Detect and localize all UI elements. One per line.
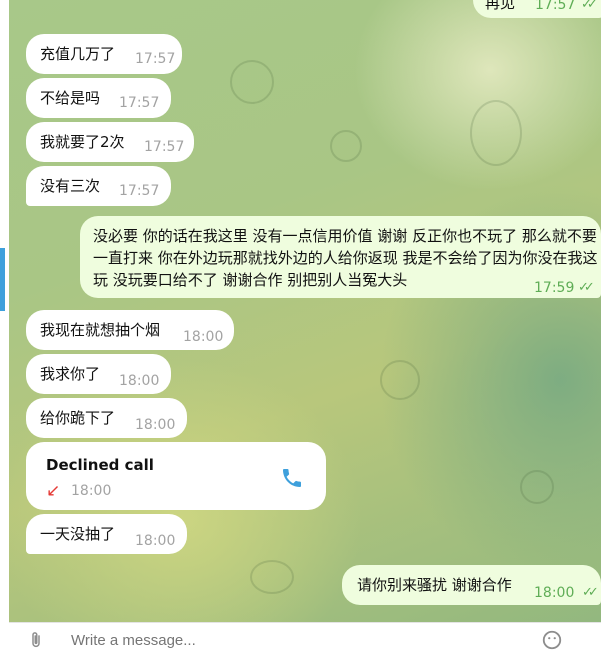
message-text: 充值几万了 — [40, 45, 116, 63]
message-text: 我现在就想抽个烟 — [40, 321, 161, 339]
message-time: 17:57 — [135, 51, 176, 67]
call-title: Declined call — [46, 456, 154, 474]
message-bubble-incoming[interactable]: 给你跪下了 18:00 — [26, 398, 187, 438]
wallpaper-doodle — [520, 470, 554, 504]
message-time: 18:00 — [183, 329, 224, 345]
message-bubble-incoming[interactable]: 我就要了2次 17:57 — [26, 122, 194, 162]
message-text: 没有三次 — [40, 177, 101, 195]
wallpaper-doodle — [330, 130, 362, 162]
message-input[interactable] — [69, 631, 473, 650]
message-bubble-outgoing[interactable]: 请你别来骚扰 谢谢合作 18:00 ✓✓ — [342, 565, 601, 605]
message-time: 17:57 — [144, 139, 185, 155]
arrow-down-left-icon: ↙ — [46, 481, 61, 501]
message-text: 请你别来骚扰 谢谢合作 — [357, 576, 512, 594]
message-time: 18:00 — [135, 417, 176, 433]
message-bubble-outgoing[interactable]: 再见 17:57 ✓✓ — [473, 0, 601, 18]
message-time: 18:00 — [119, 373, 160, 389]
smile-icon[interactable] — [541, 629, 563, 655]
message-bubble-incoming[interactable]: 充值几万了 17:57 — [26, 34, 182, 74]
message-bubble-incoming[interactable]: 一天没抽了 18:00 — [26, 514, 187, 554]
wallpaper-doodle — [380, 360, 420, 400]
call-time: 18:00 — [71, 483, 112, 499]
message-text: 我就要了2次 — [40, 133, 125, 151]
message-text: 没必要 你的话在我这里 没有一点信用价值 谢谢 反正你也不玩了 那么就不要一直打… — [93, 227, 598, 289]
message-bubble-incoming[interactable]: 我现在就想抽个烟 18:00 — [26, 310, 234, 350]
double-check-icon: ✓✓ — [581, 0, 598, 12]
message-bubble-incoming[interactable]: 我求你了 18:00 — [26, 354, 171, 394]
double-check-icon: ✓✓ — [578, 280, 595, 295]
message-text: 给你跪下了 — [40, 409, 116, 427]
declined-call-bubble[interactable]: Declined call ↙ 18:00 — [26, 442, 326, 510]
message-text: 我求你了 — [40, 365, 101, 383]
message-time: 18:00 — [534, 585, 575, 601]
message-time: 17:59 — [534, 280, 575, 296]
message-text: 不给是吗 — [40, 89, 101, 107]
wallpaper-doodle — [470, 100, 522, 166]
message-time: 18:00 — [135, 533, 176, 549]
message-text: 一天没抽了 — [40, 525, 116, 543]
wallpaper-doodle — [250, 560, 294, 594]
paperclip-icon[interactable] — [27, 631, 45, 653]
wallpaper-doodle — [230, 60, 274, 104]
message-time: 17:57 — [119, 95, 160, 111]
message-composer — [9, 622, 601, 650]
message-bubble-incoming[interactable]: 不给是吗 17:57 — [26, 78, 171, 118]
active-chat-indicator — [0, 248, 5, 311]
message-bubble-outgoing[interactable]: 没必要 你的话在我这里 没有一点信用价值 谢谢 反正你也不玩了 那么就不要一直打… — [80, 216, 601, 298]
double-check-icon: ✓✓ — [582, 585, 599, 600]
message-text: 再见 — [485, 0, 516, 12]
message-bubble-incoming[interactable]: 没有三次 17:57 — [26, 166, 171, 206]
left-panel-edge — [0, 0, 9, 643]
message-time: 17:57 — [535, 0, 576, 13]
phone-icon[interactable] — [280, 466, 304, 496]
message-time: 17:57 — [119, 183, 160, 199]
